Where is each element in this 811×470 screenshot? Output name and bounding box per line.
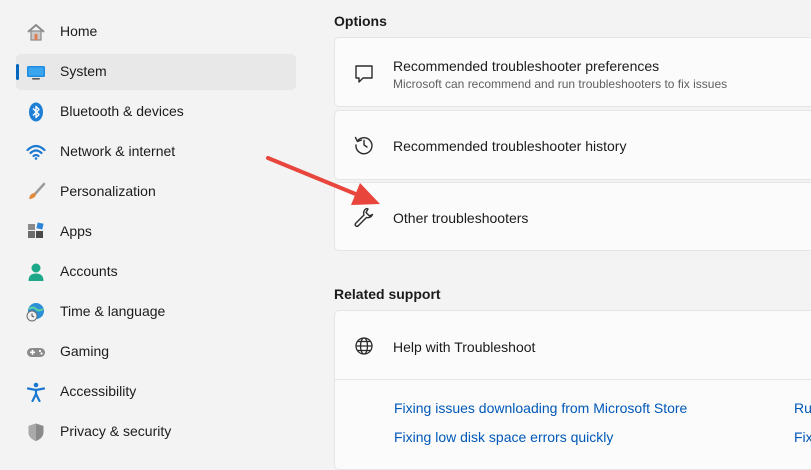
link-microsoft-store-downloads[interactable]: Fixing issues downloading from Microsoft… xyxy=(394,400,687,416)
gamepad-icon xyxy=(26,342,46,362)
person-icon xyxy=(26,262,46,282)
sidebar-item-label: Bluetooth & devices xyxy=(60,103,184,119)
chat-bubble-icon xyxy=(353,63,375,85)
card-description: Microsoft can recommend and run troubles… xyxy=(393,77,728,91)
card-title: Other troubleshooters xyxy=(393,210,529,226)
sidebar-item-label: Privacy & security xyxy=(60,423,172,439)
brush-icon xyxy=(26,182,46,202)
shield-icon xyxy=(26,422,46,442)
globe-clock-icon xyxy=(26,302,46,322)
troubleshooter-history-card[interactable]: Recommended troubleshooter history xyxy=(334,110,811,180)
options-section-title: Options xyxy=(334,13,387,29)
sidebar-item-label: Accounts xyxy=(60,263,118,279)
history-icon xyxy=(353,134,375,156)
help-troubleshoot-header[interactable]: Help with Troubleshoot xyxy=(335,311,811,380)
link-low-disk-space[interactable]: Fixing low disk space errors quickly xyxy=(394,429,613,445)
other-troubleshooters-card[interactable]: Other troubleshooters xyxy=(334,182,811,251)
bluetooth-icon xyxy=(26,102,46,122)
sidebar-item-label: System xyxy=(60,63,107,79)
sidebar-item-personalization[interactable]: Personalization xyxy=(16,174,296,210)
help-troubleshoot-card: Help with Troubleshoot xyxy=(334,310,811,470)
related-support-title: Related support xyxy=(334,286,441,302)
sidebar-item-accounts[interactable]: Accounts xyxy=(16,254,296,290)
sidebar-item-gaming[interactable]: Gaming xyxy=(16,334,296,370)
home-icon xyxy=(26,22,46,42)
sidebar-item-home[interactable]: Home xyxy=(16,14,296,50)
card-title: Recommended troubleshooter history xyxy=(393,138,627,154)
sidebar-item-network[interactable]: Network & internet xyxy=(16,134,296,170)
sidebar-item-label: Time & language xyxy=(60,303,166,319)
system-icon xyxy=(26,62,46,82)
wifi-icon xyxy=(26,142,46,162)
troubleshooter-preferences-card[interactable]: Recommended troubleshooter preferences M… xyxy=(334,37,811,107)
sidebar-item-label: Apps xyxy=(60,223,92,239)
globe-icon xyxy=(353,335,375,357)
sidebar-item-accessibility[interactable]: Accessibility xyxy=(16,374,296,410)
card-title: Recommended troubleshooter preferences xyxy=(393,58,660,74)
sidebar-item-label: Personalization xyxy=(60,183,156,199)
link-truncated[interactable]: Ru xyxy=(794,400,811,416)
sidebar-item-label: Network & internet xyxy=(60,143,176,159)
link-truncated[interactable]: Fix xyxy=(794,429,811,445)
sidebar-nav: Home System Bluetooth & devices Network … xyxy=(0,0,310,456)
sidebar-item-apps[interactable]: Apps xyxy=(16,214,296,250)
sidebar-item-label: Home xyxy=(60,23,98,39)
wrench-icon xyxy=(353,206,375,228)
sidebar-item-privacy[interactable]: Privacy & security xyxy=(16,414,296,450)
card-title: Help with Troubleshoot xyxy=(393,339,536,355)
accessibility-icon xyxy=(26,382,46,402)
sidebar-item-bluetooth[interactable]: Bluetooth & devices xyxy=(16,94,296,130)
sidebar-item-label: Accessibility xyxy=(60,383,137,399)
sidebar-item-system[interactable]: System xyxy=(16,54,296,90)
selection-indicator xyxy=(16,64,19,80)
sidebar-item-time-language[interactable]: Time & language xyxy=(16,294,296,330)
sidebar-item-label: Gaming xyxy=(60,343,110,359)
apps-icon xyxy=(26,222,46,242)
